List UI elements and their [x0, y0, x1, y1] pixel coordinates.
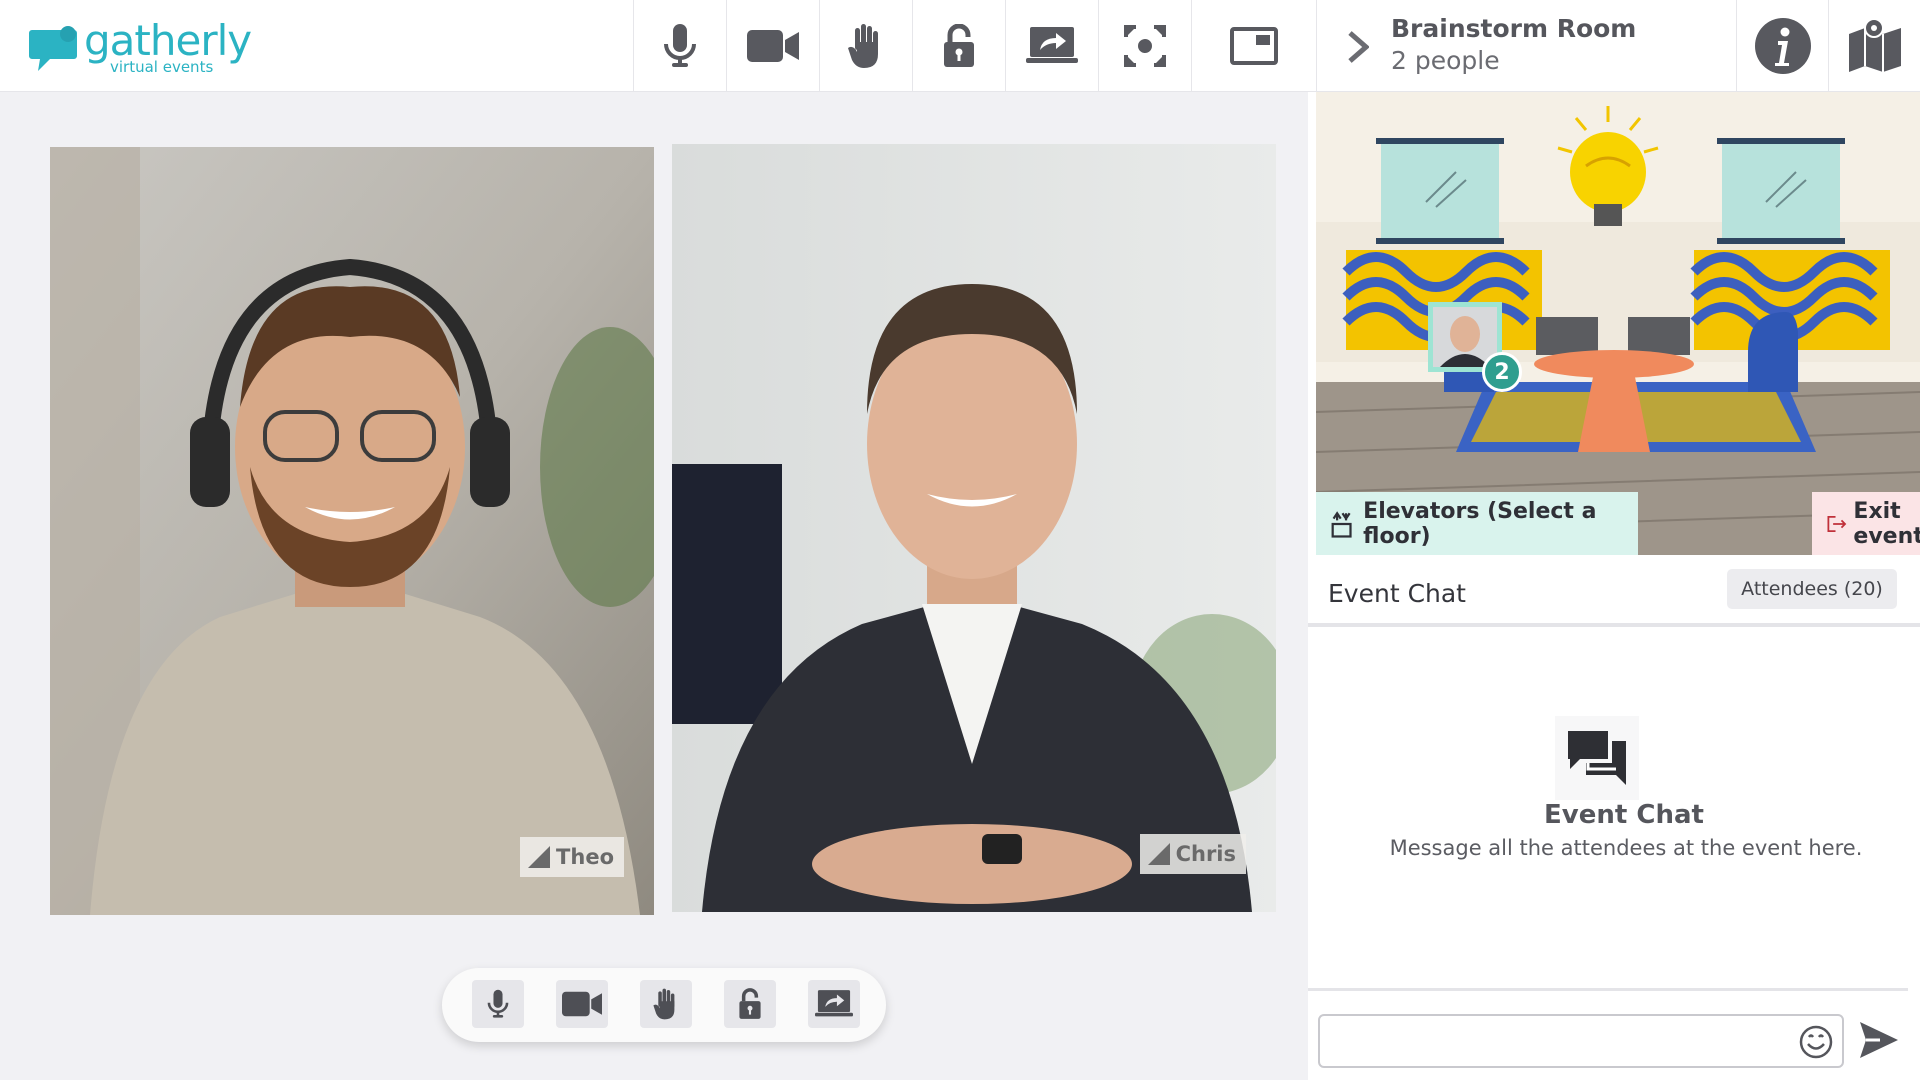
map-button[interactable]	[1828, 0, 1920, 92]
share-screen-button[interactable]	[808, 980, 860, 1028]
picture-in-picture-button[interactable]	[1191, 0, 1316, 92]
room-people-count: 2 people	[1391, 46, 1500, 75]
camera-icon	[562, 991, 602, 1017]
lock-icon	[739, 988, 761, 1019]
lock-button[interactable]	[912, 0, 1005, 92]
chat-bubbles-icon	[1568, 731, 1626, 785]
logo-tagline: virtual events	[110, 58, 214, 76]
camera-button[interactable]	[726, 0, 819, 92]
chat-tab-title[interactable]: Event Chat	[1328, 579, 1466, 608]
chat-divider	[1308, 988, 1908, 991]
participant-name: Theo	[556, 845, 614, 869]
video-tile-chris[interactable]: Chris	[672, 144, 1276, 912]
microphone-button[interactable]	[633, 0, 726, 92]
chat-empty-subtitle: Message all the attendees at the event h…	[1389, 836, 1863, 860]
exit-event-button[interactable]: Exit event	[1812, 492, 1920, 555]
focus-button[interactable]	[1098, 0, 1191, 92]
camera-icon	[747, 30, 799, 62]
participant-name-tag: Theo	[520, 837, 624, 877]
share-screen-icon	[1026, 27, 1078, 63]
info-button[interactable]	[1736, 0, 1828, 92]
exit-icon	[1827, 515, 1847, 532]
chat-empty-title: Event Chat	[1544, 800, 1704, 830]
top-bar: gatherly virtual events Brainstorm Room …	[0, 0, 1920, 92]
hand-icon	[653, 988, 675, 1020]
elevators-button[interactable]: Elevators (Select a floor)	[1316, 492, 1638, 555]
raise-hand-button[interactable]	[640, 980, 692, 1028]
raise-hand-button[interactable]	[819, 0, 912, 92]
microphone-icon	[664, 24, 696, 67]
signal-icon	[528, 846, 551, 868]
side-panel: 2 Elevators (Select a floor) Exit event …	[1308, 92, 1920, 1080]
room-map-scene[interactable]: 2 Elevators (Select a floor) Exit event	[1316, 92, 1920, 555]
video-tile-theo[interactable]: Theo	[50, 147, 654, 915]
room-info[interactable]: Brainstorm Room 2 people	[1316, 0, 1736, 92]
gatherly-logo[interactable]: gatherly virtual events	[28, 16, 252, 80]
room-name: Brainstorm Room	[1391, 14, 1637, 43]
chat-message-input[interactable]	[1318, 1014, 1844, 1068]
emoji-icon[interactable]	[1798, 1024, 1834, 1060]
microphone-button[interactable]	[472, 980, 524, 1028]
signal-icon	[1147, 843, 1170, 865]
elevator-icon	[1331, 510, 1352, 538]
chat-header: Event Chat Attendees (20)	[1308, 555, 1920, 627]
exit-event-label: Exit event	[1853, 498, 1920, 549]
chat-empty-state-icon-box	[1555, 716, 1639, 800]
share-screen-button[interactable]	[1005, 0, 1098, 92]
bottom-toolbar	[442, 968, 886, 1042]
chevron-right-icon	[1348, 31, 1369, 63]
share-screen-icon	[815, 990, 853, 1017]
camera-button[interactable]	[556, 980, 608, 1028]
participant-video-chris	[672, 144, 1276, 912]
focus-icon	[1124, 25, 1166, 67]
microphone-icon	[487, 989, 509, 1018]
lock-icon	[944, 24, 974, 67]
lock-button[interactable]	[724, 980, 776, 1028]
participant-name-tag: Chris	[1139, 834, 1246, 874]
attendees-tab[interactable]: Attendees (20)	[1727, 569, 1897, 609]
group-count-badge: 2	[1482, 352, 1522, 392]
group-count: 2	[1494, 359, 1510, 385]
info-icon	[1754, 18, 1811, 74]
participant-name: Chris	[1175, 842, 1236, 866]
room-illustration	[1316, 92, 1920, 555]
send-icon[interactable]	[1858, 1020, 1900, 1060]
participant-video-theo	[50, 147, 654, 915]
elevators-label: Elevators (Select a floor)	[1363, 498, 1597, 549]
pip-icon	[1230, 27, 1278, 65]
hand-icon	[848, 24, 878, 68]
map-icon	[1848, 18, 1901, 72]
chat-bubble-logo-icon	[29, 26, 77, 71]
